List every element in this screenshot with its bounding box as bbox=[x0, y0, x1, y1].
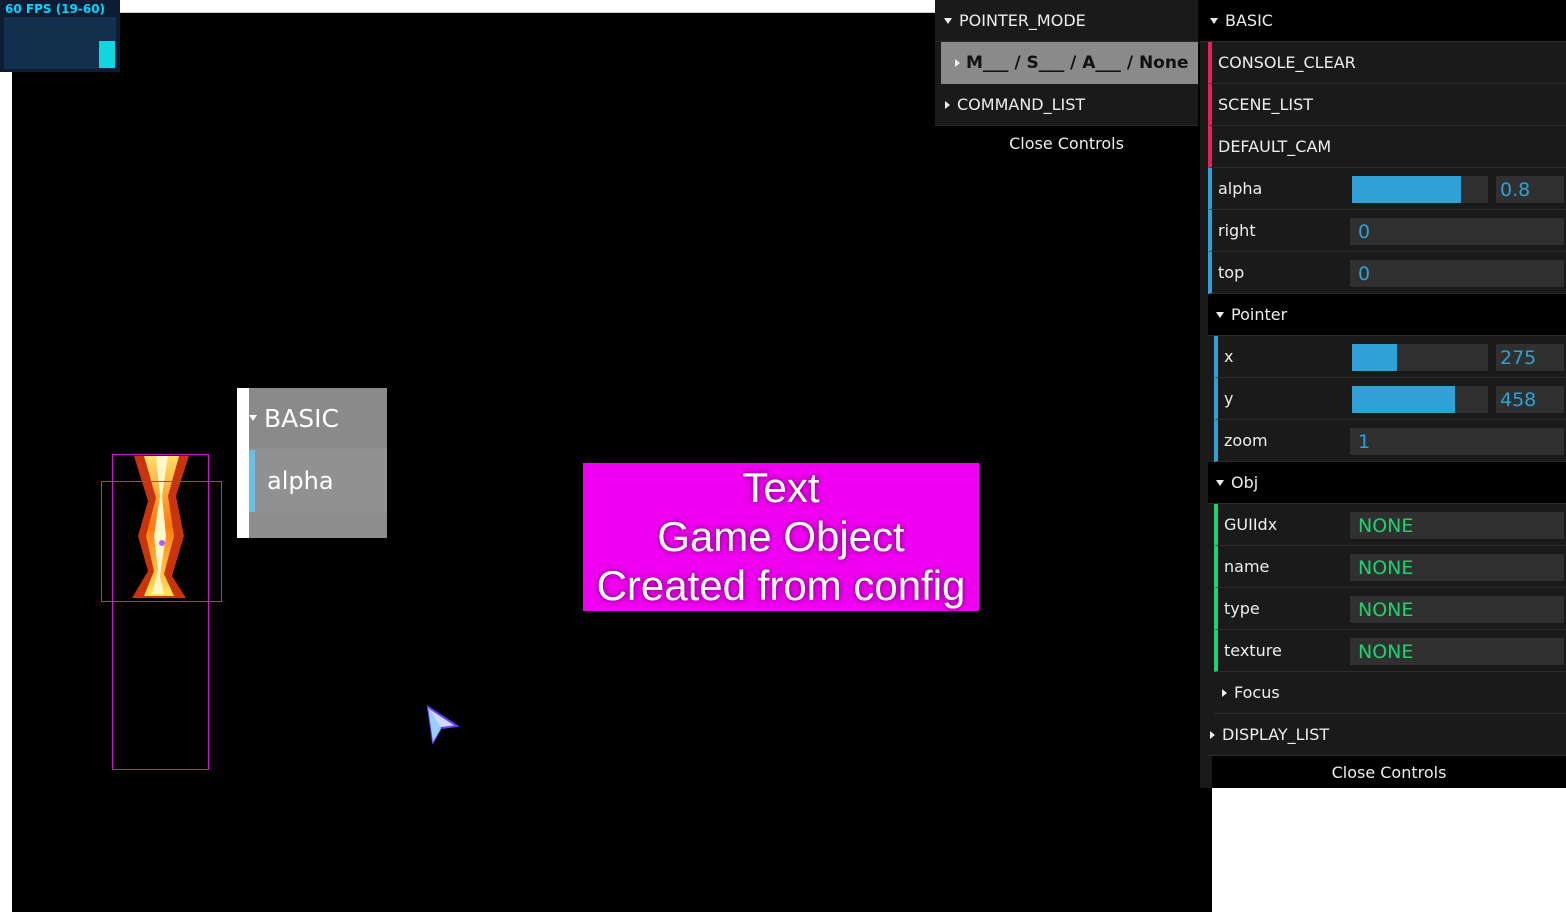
alpha-slider-fill bbox=[1352, 176, 1461, 203]
pointer-cursor-icon bbox=[426, 704, 460, 744]
texture-input[interactable]: NONE bbox=[1350, 638, 1564, 665]
alpha-input[interactable]: 0.8 bbox=[1496, 176, 1564, 203]
caret-down-icon bbox=[1216, 311, 1224, 318]
y-input[interactable]: 458 bbox=[1496, 386, 1564, 413]
console-clear-button[interactable]: CONSOLE_CLEAR bbox=[1208, 42, 1566, 84]
text-line-1: Text bbox=[742, 464, 820, 511]
top-strip bbox=[120, 0, 935, 13]
close-controls-button[interactable]: Close Controls bbox=[1212, 756, 1566, 788]
guiidx-label: GUIIdx bbox=[1224, 515, 1278, 534]
mini-folder-basic[interactable]: BASIC bbox=[240, 388, 387, 448]
folder-display-list-label: DISPLAY_LIST bbox=[1222, 725, 1330, 744]
close-controls-button[interactable]: Close Controls bbox=[935, 126, 1198, 160]
caret-right-icon bbox=[1222, 688, 1227, 697]
folder-pointer[interactable]: Pointer bbox=[1208, 294, 1566, 336]
mini-panel-edge bbox=[237, 388, 249, 538]
zoom-label: zoom bbox=[1224, 431, 1268, 450]
default-cam-button[interactable]: DEFAULT_CAM bbox=[1208, 126, 1566, 168]
fps-graph-bar bbox=[99, 41, 115, 68]
texture-control: texture NONE bbox=[1214, 630, 1566, 672]
mini-folder-label: BASIC bbox=[264, 403, 339, 433]
fps-label: 60 FPS (19-60) bbox=[5, 2, 106, 16]
x-control: x 275 bbox=[1214, 336, 1566, 378]
fps-graph bbox=[4, 17, 116, 69]
caret-down-icon bbox=[944, 17, 952, 24]
right-control: right 0 bbox=[1208, 210, 1566, 252]
debug-controls-panel: BASIC CONSOLE_CLEAR SCENE_LIST DEFAULT_C… bbox=[1200, 0, 1566, 788]
name-input[interactable]: NONE bbox=[1350, 554, 1564, 581]
caret-down-icon bbox=[1216, 479, 1224, 486]
caret-right-icon bbox=[1210, 730, 1215, 739]
command-controls-panel: POINTER_MODE M___ / S___ / A___ / None C… bbox=[935, 0, 1198, 160]
console-clear-label: CONSOLE_CLEAR bbox=[1218, 53, 1356, 72]
scene-list-label: SCENE_LIST bbox=[1218, 95, 1314, 114]
folder-pointer-mode-label: POINTER_MODE bbox=[959, 11, 1086, 30]
top-input[interactable]: 0 bbox=[1350, 260, 1564, 287]
mini-next-row bbox=[249, 514, 387, 538]
folder-pointer-label: Pointer bbox=[1231, 305, 1288, 324]
name-control: name NONE bbox=[1214, 546, 1566, 588]
folder-focus[interactable]: Focus bbox=[1214, 672, 1566, 714]
scene-list-button[interactable]: SCENE_LIST bbox=[1208, 84, 1566, 126]
caret-right-icon bbox=[955, 59, 960, 67]
folder-obj[interactable]: Obj bbox=[1208, 462, 1566, 504]
y-slider-fill bbox=[1352, 386, 1456, 413]
y-control: y 458 bbox=[1214, 378, 1566, 420]
caret-down-icon bbox=[1210, 17, 1218, 24]
type-input[interactable]: NONE bbox=[1350, 596, 1564, 623]
zoom-control: zoom 1 bbox=[1214, 420, 1566, 462]
text-line-2: Game Object bbox=[657, 513, 905, 560]
text-game-object[interactable]: Text Game Object Created from config bbox=[583, 463, 979, 611]
folder-command-list-label: COMMAND_LIST bbox=[957, 95, 1086, 114]
name-label: name bbox=[1224, 557, 1270, 576]
type-control: type NONE bbox=[1214, 588, 1566, 630]
x-slider-fill bbox=[1352, 344, 1397, 371]
caret-right-icon bbox=[945, 100, 950, 109]
caret-down-icon bbox=[249, 415, 257, 421]
x-input[interactable]: 275 bbox=[1496, 344, 1564, 371]
folder-basic-label: BASIC bbox=[1225, 11, 1273, 30]
alpha-control: alpha 0.8 bbox=[1208, 168, 1566, 210]
pointer-mode-selector[interactable]: M___ / S___ / A___ / None bbox=[941, 42, 1198, 84]
folder-pointer-mode[interactable]: POINTER_MODE bbox=[935, 0, 1198, 42]
folder-display-list[interactable]: DISPLAY_LIST bbox=[1208, 714, 1566, 756]
default-cam-label: DEFAULT_CAM bbox=[1218, 137, 1332, 156]
y-slider[interactable] bbox=[1352, 386, 1488, 413]
alpha-slider[interactable] bbox=[1352, 176, 1488, 203]
right-input[interactable]: 0 bbox=[1350, 218, 1564, 245]
top-label: top bbox=[1218, 263, 1245, 282]
y-label: y bbox=[1224, 389, 1234, 408]
text-line-3: Created from config bbox=[596, 562, 966, 609]
x-slider[interactable] bbox=[1352, 344, 1488, 371]
fps-meter: 60 FPS (19-60) bbox=[0, 0, 120, 72]
guiidx-control: GUIIdx NONE bbox=[1214, 504, 1566, 546]
alpha-label: alpha bbox=[1218, 179, 1263, 198]
mini-alpha-row[interactable]: alpha bbox=[249, 450, 387, 512]
folder-focus-label: Focus bbox=[1234, 683, 1280, 702]
guiidx-input[interactable]: NONE bbox=[1350, 512, 1564, 539]
folder-command-list[interactable]: COMMAND_LIST bbox=[935, 84, 1198, 126]
zoom-input[interactable]: 1 bbox=[1350, 428, 1564, 455]
folder-basic[interactable]: BASIC bbox=[1200, 0, 1566, 42]
texture-label: texture bbox=[1224, 641, 1282, 660]
type-label: type bbox=[1224, 599, 1260, 618]
mini-alpha-label: alpha bbox=[267, 467, 334, 495]
sprite-hitbox-outline bbox=[101, 481, 222, 602]
folder-obj-label: Obj bbox=[1231, 473, 1259, 492]
pointer-mode-value: M___ / S___ / A___ / None bbox=[966, 53, 1189, 73]
x-label: x bbox=[1224, 347, 1234, 366]
mini-gui-panel[interactable]: BASIC alpha bbox=[237, 388, 387, 538]
right-label: right bbox=[1218, 221, 1256, 240]
top-control: top 0 bbox=[1208, 252, 1566, 294]
